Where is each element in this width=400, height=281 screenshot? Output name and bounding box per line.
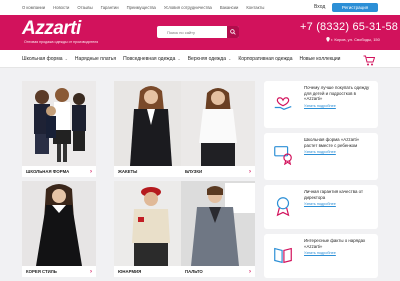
category-card-yunarmiya[interactable]: ЮНАРМИЯ› [114,181,188,277]
medal-icon [276,197,290,217]
korea-style-photo [22,181,96,266]
category-label: ШКОЛЬНАЯ ФОРМА › [22,166,96,177]
logo-tagline: Оптовая продажа одежды от производителя [24,40,99,44]
category-label: КОРЕЯ СТИЛЬ › [22,266,96,277]
top-link-about[interactable]: О компании [22,5,45,10]
info-card-why-buy[interactable]: Почему лучше покупать одежду для детей и… [264,81,378,128]
info-card-link[interactable]: Узнать подробнее [304,104,370,108]
login-link[interactable]: Вход [314,4,325,10]
category-label: БЛУЗКИ › [181,166,255,177]
yunarmiya-photo [114,181,188,266]
category-card-korea-style[interactable]: КОРЕЯ СТИЛЬ › [22,181,96,277]
top-link-cooperation[interactable]: Условия сотрудничества [164,5,212,10]
info-card-link[interactable]: Узнать подробнее [304,251,370,255]
top-link-advantages[interactable]: Преимущества [127,5,156,10]
main-content: ШКОЛЬНАЯ ФОРМА› ЖАКЕТЫ› БЛУЗКИ› [0,68,400,281]
category-name: ЖАКЕТЫ [118,169,138,174]
register-button[interactable]: Регистрация [332,3,378,12]
location-pin-icon [326,37,330,42]
nav-item-label: Новые коллекции [299,55,341,62]
nav-item-label: Повседневная одежда [123,55,176,62]
search-icon [230,29,236,35]
info-card-grows-with-child[interactable]: Школьная форма «Azzarti» растет вместе с… [264,133,378,180]
category-image [114,181,188,266]
nav-item-casual[interactable]: Повседневная одежда ⌄ [123,56,181,62]
nav-item-outerwear[interactable]: Верхняя одежда ⌄ [188,56,232,62]
site-header: Azzarti Оптовая продажа одежды от произв… [0,15,400,50]
search-button[interactable] [227,26,239,38]
category-name: БЛУЗКИ [185,169,203,174]
arrow-right-icon: › [90,168,92,175]
arrow-right-icon: › [249,268,251,275]
category-name: ШКОЛЬНАЯ ФОРМА [26,169,70,174]
category-image [181,81,255,166]
category-card-blouses[interactable]: БЛУЗКИ › [181,81,255,177]
search-input[interactable] [157,29,225,35]
info-card-link[interactable]: Узнать подробнее [304,150,370,154]
heart-hand-icon [274,97,292,110]
nav-item-school-uniform[interactable]: Школьная форма ⌄ [22,56,68,62]
nav-item-corporate[interactable]: Корпоративная одежда [238,56,292,62]
top-bar: О компании Новости Отзывы Гарантии Преим… [0,0,400,15]
info-card-text: Интересные факты о нарядах «Azzarti» [304,238,366,249]
info-card-interesting-facts[interactable]: Интересные факты о нарядах «Azzarti» Узн… [264,234,378,278]
address-text: г. Киров, ул. Свободы, 150 [331,37,380,42]
nav-item-label: Школьная форма [22,55,63,62]
school-uniform-photo [22,81,96,166]
category-label: ПАЛЬТО › [181,266,255,277]
main-nav: Школьная форма ⌄ Нарядные платья Повседне… [0,50,400,68]
info-card-text: Почему лучше покупать одежду для детей и… [304,85,370,102]
category-card-coats[interactable]: ПАЛЬТО › [181,181,255,277]
blouses-photo [181,81,255,166]
arrow-right-icon: › [249,168,251,175]
nav-item-label: Нарядные платья [74,55,117,62]
category-label: ЖАКЕТЫ› [114,166,188,177]
category-image [22,81,96,166]
info-card-quality-guarantee[interactable]: Личная гарантия качества от директора Уз… [264,185,378,229]
top-link-contacts[interactable]: Контакты [246,5,264,10]
top-links: О компании Новости Отзывы Гарантии Преим… [22,5,264,10]
nav-item-dresses[interactable]: Нарядные платья [75,56,116,62]
category-card-school-uniform[interactable]: ШКОЛЬНАЯ ФОРМА › [22,81,96,177]
category-image [22,181,96,266]
jackets-photo [114,81,188,166]
nav-item-new-collections[interactable]: Новые коллекции [300,56,341,62]
growth-ribbon-icon [274,146,292,165]
info-card-text: Школьная форма «Azzarti» растет вместе с… [304,137,360,148]
chevron-down-icon: ⌄ [227,56,232,61]
category-name: ЮНАРМИЯ [118,269,142,274]
phone-number[interactable]: +7 (8332) 65-31-58 [300,21,398,33]
chevron-down-icon: ⌄ [64,56,68,61]
category-image [114,81,188,166]
top-link-vacancies[interactable]: Вакансии [220,5,238,10]
top-link-news[interactable]: Новости [53,5,69,10]
category-name: ПАЛЬТО [185,269,203,274]
category-card-jackets[interactable]: ЖАКЕТЫ› [114,81,188,177]
info-card-text: Личная гарантия качества от директора [304,189,364,200]
category-name: КОРЕЯ СТИЛЬ [26,269,57,274]
cart-icon [363,55,376,66]
coats-photo [181,181,255,266]
nav-item-label: Верхняя одежда [187,55,226,62]
category-label: ЮНАРМИЯ› [114,266,188,277]
chevron-down-icon: ⌄ [177,56,181,61]
top-link-guarantees[interactable]: Гарантии [101,5,119,10]
nav-item-label: Корпоративная одежда [238,55,293,62]
arrow-right-icon: › [90,268,92,275]
book-icon [274,247,292,264]
category-image [181,181,255,266]
logo[interactable]: Azzarti [22,18,81,40]
address: г. Киров, ул. Свободы, 150 [326,37,380,42]
info-card-link[interactable]: Узнать подробнее [304,202,370,206]
top-link-reviews[interactable]: Отзывы [77,5,92,10]
search-box [157,26,239,38]
